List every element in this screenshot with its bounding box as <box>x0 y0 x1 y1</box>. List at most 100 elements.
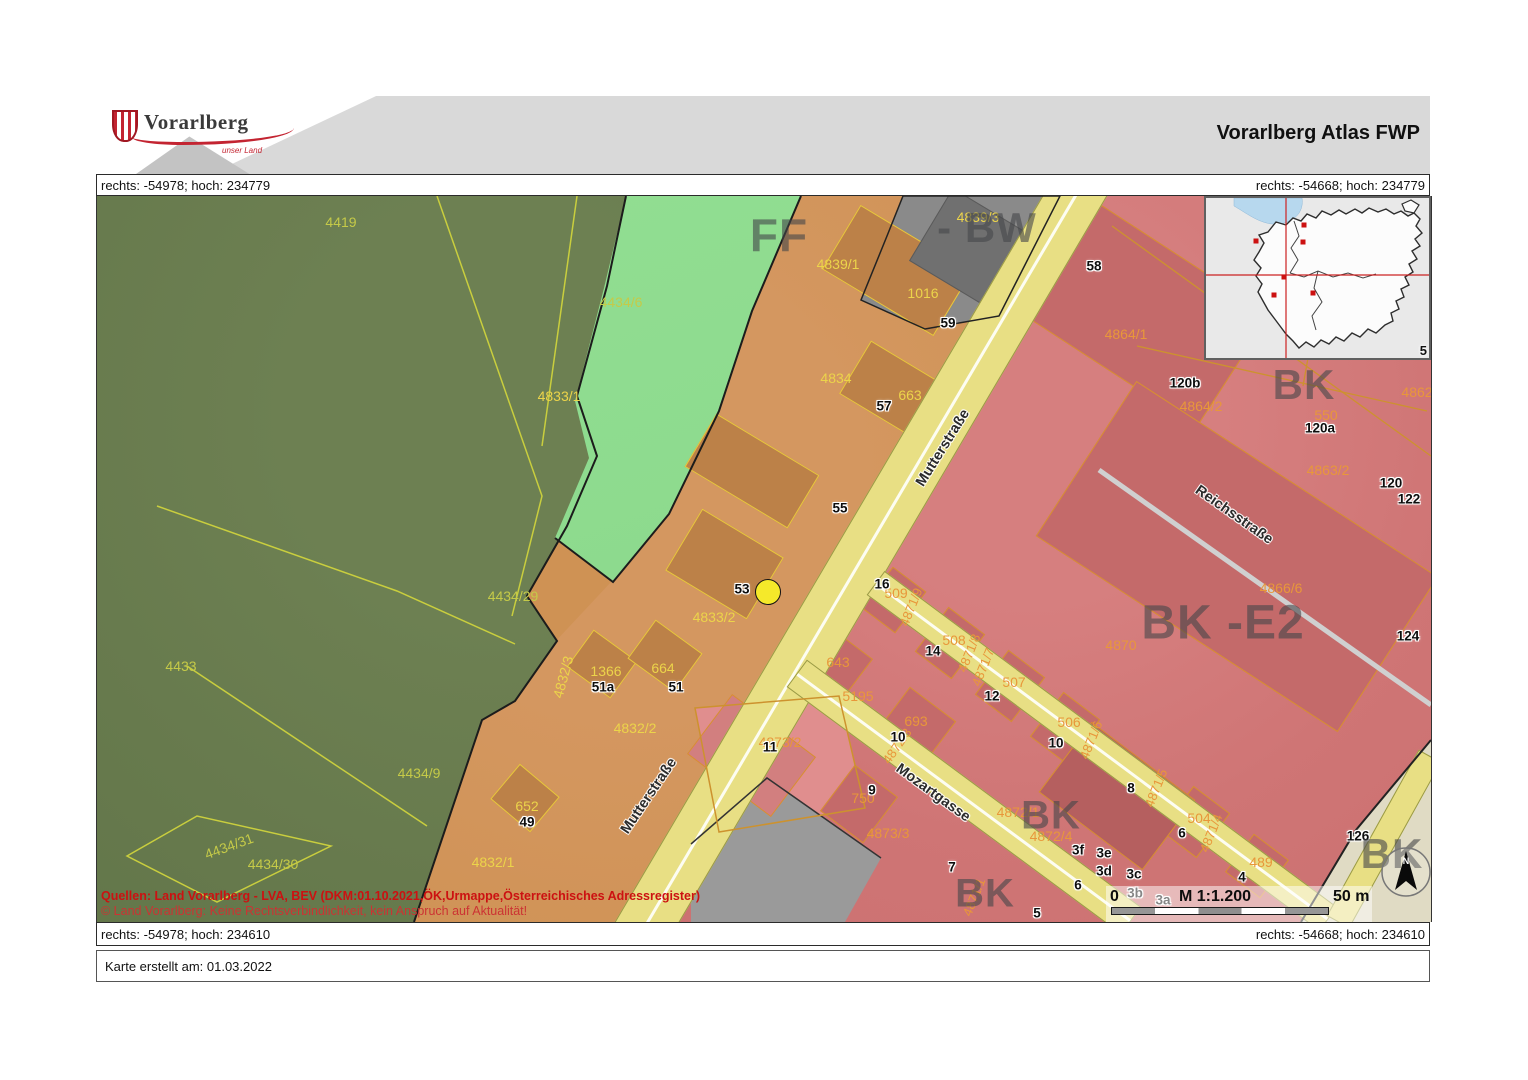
parcel-number-label: 4864/1 <box>1105 326 1148 342</box>
svg-text:N: N <box>1403 856 1410 866</box>
vorarlberg-outline <box>1254 208 1422 348</box>
attribution-sources: Quellen: Land Vorarlberg - LVA, BEV (DKM… <box>101 889 700 904</box>
zone-label: BK <box>1021 794 1081 839</box>
coord-top-left: rechts: -54978; hoch: 234779 <box>101 178 270 193</box>
house-number-label: 120 <box>1380 476 1403 491</box>
parcel-number-label: 693 <box>904 713 927 729</box>
map-created-date: Karte erstellt am: 01.03.2022 <box>105 959 272 974</box>
parcel-number-label: 643 <box>826 654 849 670</box>
poi-marker-dot[interactable] <box>755 579 781 605</box>
house-number-label: 59 <box>940 316 955 331</box>
house-number-label: 120b <box>1170 376 1201 391</box>
house-number-label: 10 <box>890 730 905 745</box>
parcel-number-label: 4433 <box>165 658 196 674</box>
coord-bottom-right: rechts: -54668; hoch: 234610 <box>1256 927 1425 942</box>
house-number-label: 49 <box>519 815 534 830</box>
parcel-number-label: 4862 <box>1401 384 1432 400</box>
house-number-label: 10 <box>1048 736 1063 751</box>
scalebar-segments <box>1111 907 1329 915</box>
parcel-number-label: 4873/3 <box>867 825 910 841</box>
logo-text: Vorarlberg <box>144 110 249 135</box>
parcel-number-label: 652 <box>515 798 538 814</box>
house-number-label: 53 <box>734 582 749 597</box>
parcel-number-label: 4832/1 <box>472 854 515 870</box>
zone-label: BK -E2 <box>1141 596 1304 651</box>
inset-map-graphic <box>1206 198 1429 358</box>
zone-label: BK <box>1273 361 1336 409</box>
parcel-number-label: 4870 <box>1105 637 1136 653</box>
parcel-line <box>542 196 577 446</box>
map-surface[interactable]: 44194434/64434/2944334434/94434/314434/3… <box>96 196 1432 922</box>
attribution-disclaimer: © Land Vorarlberg: Keine Rechtsverbindli… <box>101 904 700 919</box>
house-number-label: 5 <box>1033 906 1041 921</box>
coordinate-bar-top: rechts: -54978; hoch: 234779 rechts: -54… <box>96 174 1430 196</box>
page: Vorarlberg unser Land Vorarlberg Atlas F… <box>0 0 1528 1080</box>
page-title: Vorarlberg Atlas FWP <box>1217 122 1420 145</box>
house-number-label: 11 <box>763 740 777 755</box>
parcel-number-label: 4434/6 <box>600 294 643 310</box>
parcel-number-label: 506 <box>1057 714 1080 730</box>
parcel-number-label: 4434/9 <box>398 765 441 781</box>
footer-empty-box <box>320 950 1430 982</box>
house-number-label: 122 <box>1398 492 1421 507</box>
parcel-number-label: 664 <box>651 660 674 676</box>
house-number-label: 3f <box>1072 843 1084 858</box>
parcel-number-label: 4434/29 <box>488 588 539 604</box>
parcel-number-label: 4419 <box>325 214 356 230</box>
house-number-label: 3e <box>1096 846 1111 861</box>
inset-sheet-number: 5 <box>1420 343 1427 358</box>
house-number-label: 58 <box>1086 259 1101 274</box>
map-created-date-box: Karte erstellt am: 01.03.2022 <box>96 950 321 982</box>
house-number-label: 55 <box>832 501 847 516</box>
logo-subtext: unser Land <box>222 146 262 155</box>
house-number-label: 124 <box>1397 629 1420 644</box>
kleinwalsertal-outline <box>1402 200 1419 213</box>
parcel-number-label: 507 <box>1002 674 1025 690</box>
attribution: Quellen: Land Vorarlberg - LVA, BEV (DKM… <box>101 889 700 919</box>
house-number-label: 3d <box>1096 864 1112 879</box>
parcel-number-label: 4832/2 <box>614 720 657 736</box>
house-number-label: 4 <box>1238 870 1246 885</box>
parcel-number-label: 508 <box>942 632 965 648</box>
parcel-number-label: 4864/2 <box>1180 398 1223 414</box>
parcel-number-label: 4863/2 <box>1307 462 1350 478</box>
house-number-label: 51 <box>668 680 683 695</box>
parcel-number-label: 4434/30 <box>248 856 299 872</box>
parcel-line <box>157 506 515 644</box>
north-arrow-icon: N <box>1380 846 1432 898</box>
coordinate-bar-bottom: rechts: -54978; hoch: 234610 rechts: -54… <box>96 922 1430 946</box>
scalebar-zero-label: 0 <box>1110 888 1119 906</box>
parcel-line <box>437 196 542 616</box>
parcel-line <box>695 696 865 832</box>
coord-bottom-left: rechts: -54978; hoch: 234610 <box>101 927 270 942</box>
zone-label: BK <box>955 872 1015 917</box>
house-number-label: 14 <box>925 644 940 659</box>
parcel-number-label: 4839/1 <box>817 256 860 272</box>
zone-label: FF <box>750 208 808 262</box>
parcel-number-label: 1016 <box>907 285 938 301</box>
coord-top-right: rechts: -54668; hoch: 234779 <box>1256 178 1425 193</box>
parcel-number-label: 4834 <box>820 370 851 386</box>
header: Vorarlberg unser Land Vorarlberg Atlas F… <box>96 96 1430 174</box>
parcel-line <box>187 666 427 826</box>
house-number-label: 6 <box>1074 878 1082 893</box>
house-number-label: 57 <box>876 399 891 414</box>
parcel-number-label: 5195 <box>842 688 873 704</box>
scalebar-scale-label: M 1:1.200 <box>1179 888 1251 906</box>
zone-label: - BW <box>937 204 1037 252</box>
scalebar-distance-label: 50 m <box>1333 888 1369 906</box>
house-number-label: 51a <box>592 680 615 695</box>
vorarlberg-logo: Vorarlberg unser Land <box>110 104 370 166</box>
house-number-label: 12 <box>984 689 999 704</box>
parcel-number-label: 489 <box>1249 854 1272 870</box>
parcel-number-label: 4866/6 <box>1260 580 1303 596</box>
parcel-number-label: 663 <box>898 387 921 403</box>
house-number-label: 8 <box>1127 781 1135 796</box>
house-number-label: 6 <box>1178 826 1186 841</box>
parcel-number-label: 4833/1 <box>538 388 581 404</box>
overview-inset-map[interactable]: 5 <box>1204 196 1431 360</box>
parcel-number-label: 1366 <box>590 663 621 679</box>
parcel-number-label: 4833/2 <box>693 609 736 625</box>
house-number-label: 16 <box>874 577 889 592</box>
house-number-label: 120a <box>1305 421 1335 436</box>
